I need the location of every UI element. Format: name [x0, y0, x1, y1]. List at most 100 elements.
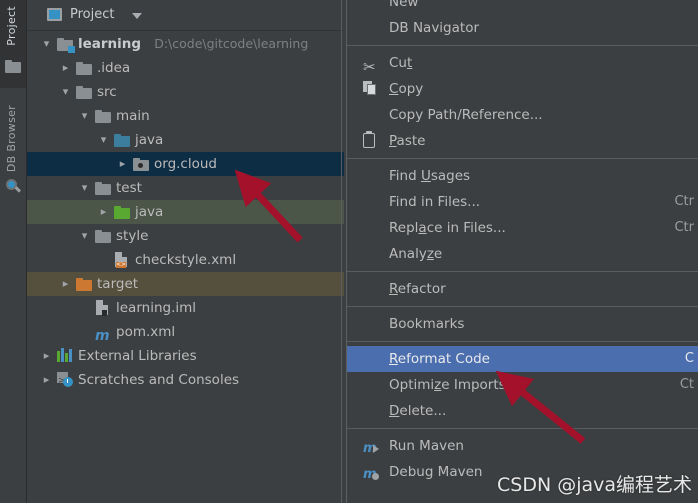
menu-item-run-maven[interactable]: m Run Maven: [347, 433, 698, 459]
menu-separator: [347, 306, 698, 307]
menu-item-replace-in-files[interactable]: Replace in Files... Ctr: [347, 215, 698, 241]
menu-item-optimize-imports[interactable]: Optimize Imports Ct: [347, 372, 698, 398]
tree-row-learning[interactable]: ▾ learning D:\code\gitcode\learning: [27, 32, 344, 56]
menu-item-delete[interactable]: Delete...: [347, 398, 698, 424]
cut-icon: ✂: [363, 58, 376, 76]
tree-row-label: .idea: [97, 60, 131, 76]
chevron-down-icon[interactable]: ▾: [79, 224, 90, 248]
project-panel-header: Project: [27, 0, 343, 31]
folder-icon: [95, 108, 111, 124]
iml-file-icon: [95, 300, 111, 316]
tree-row-scratches[interactable]: ▸ Scratches and Consoles: [27, 368, 344, 393]
tree-row-test-java[interactable]: ▸ java: [27, 200, 344, 224]
run-maven-icon: m: [363, 438, 379, 456]
panel-divider[interactable]: [341, 0, 342, 503]
menu-separator: [347, 45, 698, 46]
tree-row-label: test: [116, 180, 142, 196]
chevron-right-icon[interactable]: ▸: [41, 368, 52, 392]
project-view-icon: [47, 8, 62, 21]
menu-item-label: Cut: [389, 55, 413, 71]
tree-row-test[interactable]: ▾ test: [27, 176, 344, 200]
xml-file-icon: <>: [114, 252, 130, 268]
project-tool-window: Project ▾ learning D:\code\gitcode\learnin…: [26, 0, 344, 503]
menu-item-db-navigator[interactable]: DB Navigator: [347, 15, 698, 41]
chevron-down-icon[interactable]: ▾: [79, 176, 90, 200]
project-window-icon[interactable]: [5, 58, 21, 74]
folder-icon: [76, 84, 92, 100]
tree-row-label: main: [116, 108, 150, 124]
context-menu[interactable]: New DB Navigator ✂ Cut Copy Copy Path/Referen…: [346, 0, 698, 503]
chevron-down-icon[interactable]: ▾: [98, 128, 109, 152]
menu-item-analyze[interactable]: Analyze: [347, 241, 698, 267]
folder-icon: [95, 228, 111, 244]
toolstrip-item-project[interactable]: Project: [5, 6, 18, 46]
chevron-right-icon[interactable]: ▸: [41, 344, 52, 368]
tree-row-checkstyle[interactable]: <> checkstyle.xml: [27, 248, 344, 272]
chevron-down-icon[interactable]: ▾: [79, 104, 90, 128]
menu-item-find-usages[interactable]: Find Usages: [347, 163, 698, 189]
debug-maven-icon: m: [363, 464, 379, 482]
tree-row-label: style: [116, 228, 149, 244]
chevron-right-icon[interactable]: ▸: [60, 272, 71, 296]
toolstrip-item-db-browser[interactable]: DB Browser: [5, 105, 18, 172]
menu-item-label: Replace in Files...: [389, 220, 506, 236]
menu-item-label: Bookmarks: [389, 316, 465, 332]
menu-item-label: DB Navigator: [389, 20, 480, 36]
watermark: CSDN @java编程艺术: [497, 474, 693, 496]
menu-item-label: New: [389, 0, 419, 10]
scratches-icon: [57, 369, 73, 393]
maven-pom-icon: m: [95, 328, 110, 344]
menu-item-new[interactable]: New: [347, 0, 698, 15]
tree-row-label: java: [135, 132, 164, 148]
tree-row-pom-xml[interactable]: m pom.xml: [27, 320, 344, 344]
menu-item-shortcut: Ct: [679, 377, 694, 392]
menu-item-reformat-code[interactable]: Reformat Code C: [347, 346, 698, 372]
chevron-right-icon[interactable]: ▸: [60, 56, 71, 80]
menu-separator: [347, 271, 698, 272]
menu-item-cut[interactable]: ✂ Cut: [347, 50, 698, 76]
menu-item-paste[interactable]: Paste: [347, 128, 698, 154]
menu-item-label: Find in Files...: [389, 194, 481, 210]
tree-row-label: pom.xml: [116, 324, 176, 340]
chevron-down-icon[interactable]: ▾: [60, 80, 71, 104]
module-folder-icon: [57, 36, 75, 53]
tree-row-org-cloud[interactable]: ▸ org.cloud: [27, 152, 344, 176]
chevron-down-icon[interactable]: [132, 13, 142, 19]
libraries-icon: [57, 348, 73, 364]
excluded-folder-icon: [76, 276, 92, 292]
tree-row-learning-iml[interactable]: learning.iml: [27, 296, 344, 320]
project-tree[interactable]: ▾ learning D:\code\gitcode\learning ▸ .idea ▾…: [27, 32, 344, 503]
tree-row-style[interactable]: ▾ style: [27, 224, 344, 248]
chevron-down-icon[interactable]: ▾: [41, 32, 52, 56]
menu-item-label: Debug Maven: [389, 464, 483, 480]
menu-item-copy-path-reference[interactable]: Copy Path/Reference...: [347, 102, 698, 128]
tree-row-label: org.cloud: [154, 156, 217, 172]
db-browser-icon[interactable]: [5, 178, 22, 194]
menu-item-label: Copy: [389, 81, 424, 97]
tree-row-path: D:\code\gitcode\learning: [154, 36, 309, 51]
paste-icon: [363, 130, 379, 149]
menu-item-shortcut: Ctr: [674, 194, 694, 209]
tree-row-idea[interactable]: ▸ .idea: [27, 56, 344, 80]
menu-item-label: Paste: [389, 133, 426, 149]
chevron-right-icon[interactable]: ▸: [117, 152, 128, 176]
tree-row-external-libraries[interactable]: ▸ External Libraries: [27, 344, 344, 368]
tree-row-src[interactable]: ▾ src: [27, 80, 344, 104]
tree-row-target[interactable]: ▸ target: [27, 272, 344, 296]
menu-separator: [347, 428, 698, 429]
menu-item-copy[interactable]: Copy: [347, 76, 698, 102]
menu-item-bookmarks[interactable]: Bookmarks: [347, 311, 698, 337]
tree-row-main[interactable]: ▾ main: [27, 104, 344, 128]
folder-icon: [76, 60, 92, 76]
menu-separator: [347, 158, 698, 159]
menu-item-label: Reformat Code: [389, 351, 490, 367]
project-panel-title: Project: [70, 7, 115, 22]
menu-item-refactor[interactable]: Refactor: [347, 276, 698, 302]
chevron-right-icon[interactable]: ▸: [98, 200, 109, 224]
tree-row-label: java: [135, 204, 164, 220]
source-folder-icon: [114, 132, 130, 148]
menu-item-label: Find Usages: [389, 168, 471, 184]
tree-row-main-java[interactable]: ▾ java: [27, 128, 344, 152]
menu-item-find-in-files[interactable]: Find in Files... Ctr: [347, 189, 698, 215]
menu-item-label: Copy Path/Reference...: [389, 107, 543, 123]
